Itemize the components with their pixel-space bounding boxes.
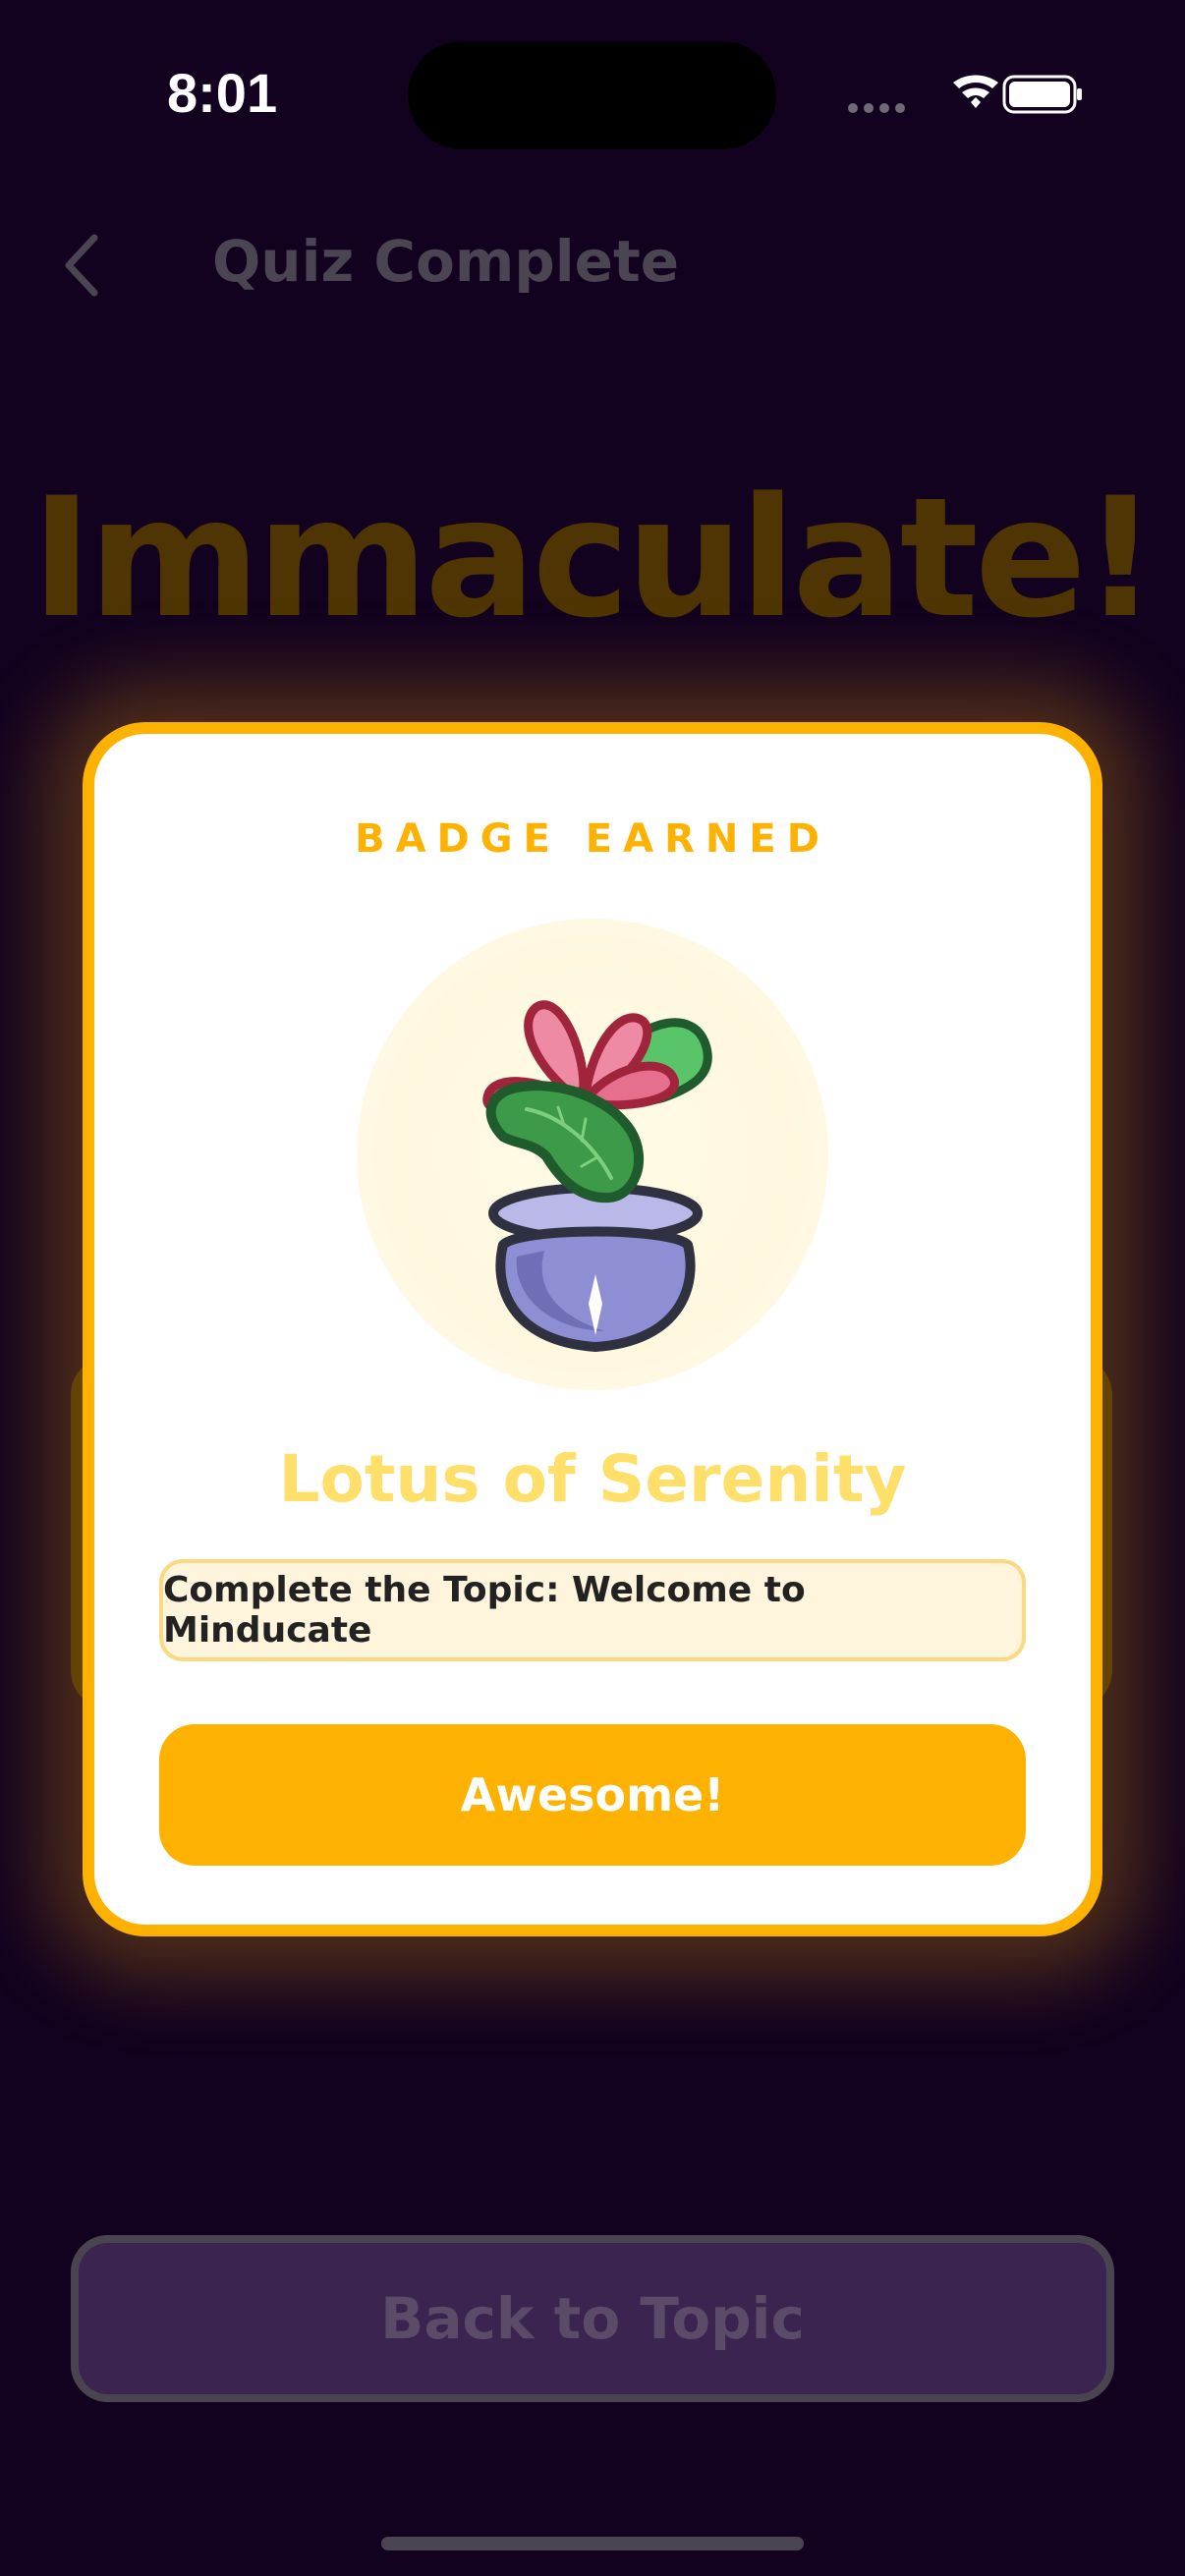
battery-icon xyxy=(1002,75,1082,114)
dynamic-island xyxy=(408,41,776,149)
badge-requirement: Complete the Topic: Welcome to Minducate xyxy=(159,1559,1026,1661)
back-to-topic-button[interactable]: Back to Topic xyxy=(71,2235,1114,2402)
home-indicator xyxy=(381,2537,804,2550)
signal-dots-icon xyxy=(848,103,905,113)
awesome-button[interactable]: Awesome! xyxy=(159,1724,1026,1866)
status-time: 8:01 xyxy=(167,62,278,124)
chevron-left-icon[interactable] xyxy=(61,234,100,297)
quiz-complete-screen: 8:01 Quiz Complete Immaculate! Back to T… xyxy=(0,0,1185,2576)
wifi-icon xyxy=(953,75,998,108)
hero-title: Immaculate! xyxy=(30,462,1158,654)
status-icons xyxy=(848,75,1082,114)
nav-title: Quiz Complete xyxy=(212,228,680,295)
badge-name: Lotus of Serenity xyxy=(278,1441,907,1517)
lotus-pot-icon xyxy=(482,1000,712,1352)
badge-earned-label: BADGE EARNED xyxy=(355,816,830,862)
badge-modal: BADGE EARNED Lotus of Serenity Complete … xyxy=(83,722,1102,1936)
